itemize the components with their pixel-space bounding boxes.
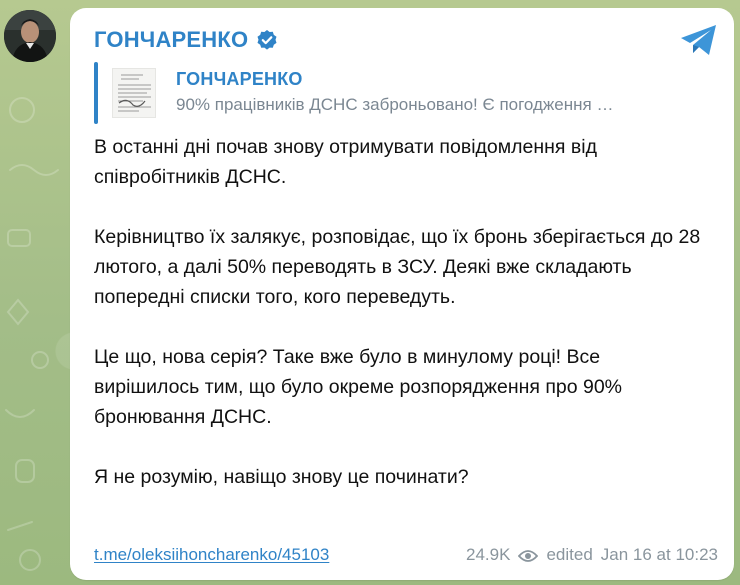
channel-name[interactable]: ГОНЧАРЕНКО xyxy=(94,28,248,52)
telegram-share-icon[interactable] xyxy=(678,22,720,58)
message-paragraph: Я не розумію, навіщо знову це починати? xyxy=(94,466,469,488)
message-paragraph: Це що, нова серія? Таке вже було в минул… xyxy=(94,346,623,428)
avatar-portrait-image xyxy=(4,10,56,62)
view-count: 24.9K xyxy=(466,545,511,564)
reply-channel-name: ГОНЧАРЕНКО xyxy=(176,69,303,89)
reply-accent-bar xyxy=(94,62,98,124)
eye-icon xyxy=(518,548,539,562)
message-paragraph: В останні дні почав знову отримувати пов… xyxy=(94,136,597,188)
reply-document-thumbnail xyxy=(112,68,156,118)
message-meta: 24.9K edited Jan 16 at 10:23 xyxy=(466,545,718,565)
message-timestamp[interactable]: Jan 16 at 10:23 xyxy=(601,545,718,565)
message-body: В останні дні почав знову отримувати пов… xyxy=(94,132,706,492)
message-bubble: ГОНЧАРЕНКО ГОНЧАРЕНКО 90% працівників ДС… xyxy=(70,8,734,580)
edited-label: edited xyxy=(546,545,593,564)
verified-badge-icon xyxy=(256,29,278,51)
message-footer: t.me/oleksiihoncharenko/45103 24.9K edit… xyxy=(94,542,718,568)
reply-preview-text: 90% працівників ДСНС заброньовано! Є пог… xyxy=(176,95,614,114)
reply-quote[interactable]: ГОНЧАРЕНКО 90% працівників ДСНС заброньо… xyxy=(94,62,714,124)
post-link[interactable]: t.me/oleksiihoncharenko/45103 xyxy=(94,545,329,565)
message-paragraph: Керівництво їх залякує, розповідає, що ї… xyxy=(94,226,701,308)
message-header: ГОНЧАРЕНКО xyxy=(94,28,278,52)
channel-avatar[interactable] xyxy=(4,10,56,62)
